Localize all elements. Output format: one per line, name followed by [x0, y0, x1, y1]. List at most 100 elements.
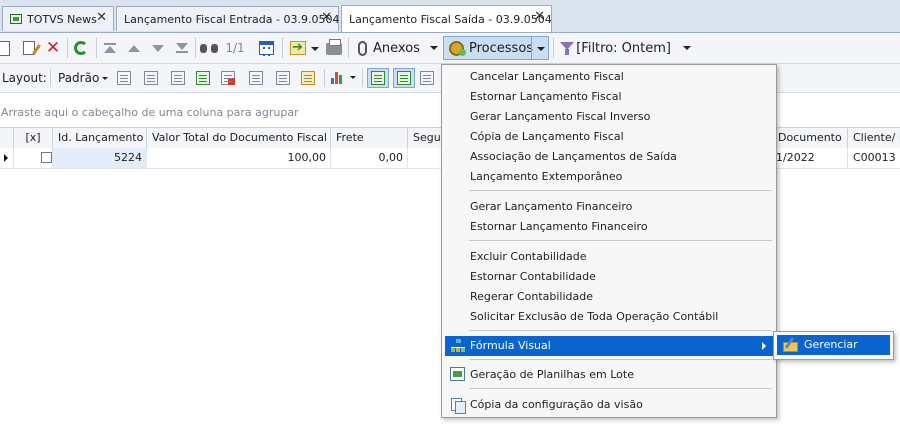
chart-button[interactable] [331, 71, 356, 84]
summary-button[interactable] [276, 71, 290, 85]
close-icon[interactable]: ✕ [96, 11, 107, 25]
next-record-button[interactable] [150, 43, 166, 53]
save-layout-button[interactable] [117, 71, 131, 85]
column-header-valor-total[interactable]: Valor Total do Documento Fiscal [147, 128, 331, 148]
column-header-check[interactable]: [x] [14, 128, 53, 148]
layout-copy-icon [144, 71, 158, 85]
paperclip-icon [358, 40, 367, 56]
column-header-cliente[interactable]: Cliente/ Fo [848, 128, 900, 148]
menu-item-geracao-planilhas-lote[interactable]: Geração de Planilhas em Lote [445, 365, 773, 385]
row-indicator [0, 148, 14, 168]
menu-item-copia-configuracao-visao[interactable]: Cópia da configuração da visão [445, 395, 773, 415]
split-view-icon [420, 71, 434, 85]
menu-separator [469, 240, 772, 241]
print-button[interactable] [326, 39, 342, 55]
layout-label: Layout: [2, 71, 47, 85]
group-icon [249, 71, 263, 85]
column-header-id-lancamento[interactable]: Id. Lançamento [53, 128, 147, 148]
menu-item-solicitar-exclusao-operacao-contabil[interactable]: Solicitar Exclusão de Toda Operação Cont… [445, 307, 773, 327]
cell-cliente[interactable]: C00013 [848, 148, 900, 168]
menu-item-estornar-lancamento-financeiro[interactable]: Estornar Lançamento Financeiro [445, 217, 773, 237]
highlight-icon [301, 71, 315, 85]
processos-menu: Cancelar Lançamento Fiscal Estornar Lanç… [441, 64, 777, 418]
export-button[interactable] [289, 40, 307, 55]
import-icon [196, 71, 210, 85]
tab-label: Lançamento Fiscal Saída - 03.9.0504 [349, 12, 552, 26]
menu-item-associacao-lancamentos-saida[interactable]: Associação de Lançamentos de Saída [445, 147, 773, 167]
menu-item-estornar-contabilidade[interactable]: Estornar Contabilidade [445, 267, 773, 287]
formula-visual-icon [450, 338, 466, 354]
printer-icon [326, 39, 342, 55]
menu-separator [469, 330, 772, 331]
calendar-icon [258, 41, 274, 56]
summary-icon [276, 71, 290, 85]
menu-item-formula-visual[interactable]: Fórmula Visual [445, 336, 773, 356]
next-icon [152, 44, 164, 52]
new-record-button[interactable] [0, 40, 12, 56]
manage-icon [782, 337, 798, 353]
edit-record-button[interactable] [21, 40, 37, 56]
menu-item-regerar-contabilidade[interactable]: Regerar Contabilidade [445, 287, 773, 307]
first-record-button[interactable] [102, 41, 118, 55]
refresh-icon [74, 41, 88, 55]
column-header-documento[interactable]: Documento [773, 128, 848, 148]
spreadsheet-icon [450, 367, 465, 381]
row-check-cell [14, 148, 53, 168]
row-indicator-header [0, 128, 14, 148]
save-layout-as-button[interactable] [144, 71, 158, 85]
tab-label: Lançamento Fiscal Entrada - 03.9.0504 [124, 12, 340, 26]
first-icon [104, 43, 116, 53]
chevron-down-icon [683, 46, 691, 50]
cell-id-lancamento[interactable]: 5224 [53, 148, 147, 168]
close-icon[interactable]: ✕ [321, 11, 332, 25]
edit-icon [23, 41, 35, 55]
last-icon [176, 42, 188, 54]
previous-record-button[interactable] [126, 43, 142, 53]
cell-data[interactable]: 1/2022 [773, 148, 848, 168]
group-button[interactable] [249, 71, 263, 85]
highlight-button[interactable] [301, 71, 315, 85]
chevron-down-icon [537, 47, 545, 51]
layout-select[interactable]: Padrão [58, 70, 109, 86]
column-header-frete[interactable]: Frete [331, 128, 408, 148]
tab-totvs-news[interactable]: TOTVS News ✕ [2, 6, 114, 31]
main-toolbar: ✕ 1/1 Anexos Processos [0, 33, 900, 64]
menu-item-excluir-contabilidade[interactable]: Excluir Contabilidade [445, 247, 773, 267]
menu-item-copia-lancamento-fiscal[interactable]: Cópia de Lançamento Fiscal [445, 127, 773, 147]
columns-button[interactable] [171, 71, 185, 85]
menu-item-cancelar-lancamento-fiscal[interactable]: Cancelar Lançamento Fiscal [445, 67, 773, 87]
last-record-button[interactable] [174, 41, 190, 55]
row-checkbox[interactable] [41, 152, 52, 163]
view-mode-grid-button[interactable] [367, 68, 389, 88]
delete-record-button[interactable]: ✕ [45, 39, 61, 57]
search-button[interactable] [200, 42, 218, 54]
export-dropdown[interactable] [311, 46, 319, 51]
menu-item-lancamento-extemporaneo[interactable]: Lançamento Extemporâneo [445, 167, 773, 187]
current-row-icon [4, 154, 8, 162]
filter-button[interactable]: [Filtro: Ontem] [557, 37, 691, 59]
import-layout-button[interactable] [196, 71, 210, 85]
record-pager: 1/1 [225, 41, 245, 55]
menu-item-gerar-lancamento-fiscal-inverso[interactable]: Gerar Lançamento Fiscal Inverso [445, 107, 773, 127]
copy-icon [450, 397, 466, 414]
cell-frete[interactable]: 0,00 [331, 148, 408, 168]
close-icon[interactable]: ✕ [534, 10, 545, 24]
delete-icon: ✕ [45, 38, 61, 58]
view-mode-form-button[interactable] [393, 68, 415, 88]
columns-icon [171, 71, 185, 85]
chevron-down-icon [102, 76, 109, 80]
menu-separator [469, 359, 772, 360]
refresh-button[interactable] [73, 40, 89, 56]
view-mode-split-button[interactable] [420, 71, 434, 85]
anexos-button[interactable]: Anexos [354, 37, 440, 59]
menu-item-gerar-lancamento-financeiro[interactable]: Gerar Lançamento Financeiro [445, 197, 773, 217]
processos-button[interactable]: Processos [443, 36, 549, 60]
tab-lancamento-fiscal-entrada[interactable]: Lançamento Fiscal Entrada - 03.9.0504 ✕ [116, 6, 339, 31]
submenu-item-gerenciar[interactable]: Gerenciar [777, 335, 890, 355]
calendar-button[interactable] [258, 40, 274, 56]
export-layout-button[interactable] [221, 71, 235, 85]
previous-icon [128, 44, 140, 52]
tab-lancamento-fiscal-saida[interactable]: Lançamento Fiscal Saída - 03.9.0504 ✕ [341, 5, 552, 32]
cell-valor-total[interactable]: 100,00 [147, 148, 331, 168]
menu-item-estornar-lancamento-fiscal[interactable]: Estornar Lançamento Fiscal [445, 87, 773, 107]
